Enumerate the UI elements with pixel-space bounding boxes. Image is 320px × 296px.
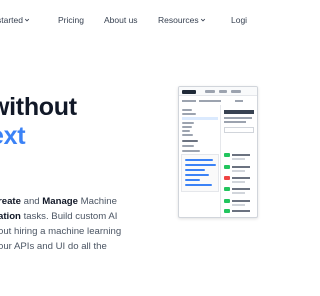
preview-task-item	[224, 153, 257, 163]
preview-sidebar	[179, 105, 221, 217]
automation-keyword: ation	[0, 211, 21, 222]
preview-header-link	[219, 90, 227, 93]
nav-link-pricing[interactable]: Pricing	[58, 15, 84, 25]
preview-sidebar-item	[182, 122, 194, 124]
preview-task-item	[224, 199, 257, 209]
preview-header-link	[231, 90, 241, 93]
status-badge	[224, 153, 230, 157]
task-title-line	[232, 154, 250, 156]
preview-subtitle	[224, 117, 252, 119]
preview-header-link	[205, 90, 215, 93]
preview-sidebar-item	[182, 126, 192, 128]
preview-sidebar-item	[182, 150, 200, 152]
app-preview-screenshot	[178, 86, 258, 218]
preview-main-title	[224, 110, 254, 114]
hero-heading-line-1: without	[0, 93, 77, 121]
task-meta-line	[232, 204, 245, 206]
preview-header	[179, 87, 257, 96]
hero-description-line-3: out hiring a machine learning	[0, 226, 122, 237]
preview-task-item	[224, 209, 257, 217]
resources-label: Resources	[158, 15, 199, 25]
preview-task-item	[224, 176, 257, 186]
preview-task-item	[224, 165, 257, 175]
top-navigation: started Pricing About us Resources Logi	[0, 13, 247, 29]
and-text: and	[20, 196, 43, 207]
preview-progress-bar	[185, 184, 212, 186]
preview-progress-bar	[185, 169, 205, 171]
manage-keyword: Manage	[42, 196, 79, 207]
machine-text: Machine	[78, 196, 117, 207]
preview-sidebar-item	[182, 113, 196, 115]
create-keyword: reate	[0, 196, 21, 207]
preview-progress-bar	[185, 179, 200, 181]
preview-progress-bar	[185, 164, 216, 166]
task-meta-line	[232, 181, 245, 183]
task-title-line	[232, 200, 250, 202]
status-badge	[224, 176, 230, 180]
nav-link-about-us[interactable]: About us	[104, 15, 138, 25]
resources-menu[interactable]: Resources	[158, 15, 206, 25]
task-title-line	[232, 210, 250, 212]
preview-sidebar-item	[182, 109, 192, 111]
task-title-line	[232, 177, 250, 179]
get-started-menu[interactable]: started	[0, 15, 30, 25]
preview-sidebar-item-selected	[182, 117, 218, 120]
chevron-down-icon	[200, 18, 205, 22]
task-title-line	[232, 166, 250, 168]
preview-sidebar-stats-box	[181, 154, 219, 192]
task-title-line	[232, 188, 250, 190]
task-meta-line	[232, 170, 245, 172]
task-meta-line	[232, 158, 245, 160]
hero-description-line-1: reate and Manage Machine	[0, 196, 117, 207]
preview-select	[224, 127, 254, 133]
login-link[interactable]: Logi	[231, 15, 247, 25]
preview-sidebar-item	[182, 134, 193, 136]
chevron-down-icon	[24, 18, 30, 22]
preview-breadcrumb	[235, 100, 243, 102]
hero-description-line-2: ation tasks. Build custom AI	[0, 211, 117, 222]
preview-progress-bar	[185, 159, 213, 161]
preview-progress-bar	[185, 174, 209, 176]
hero-description-line-4: our APIs and UI do all the	[0, 241, 107, 252]
status-badge	[224, 199, 230, 203]
status-badge	[224, 165, 230, 169]
preview-sidebar-item	[182, 145, 194, 147]
get-started-label: started	[0, 15, 23, 25]
preview-logo	[182, 89, 196, 94]
tasks-text: tasks. Build custom AI	[20, 211, 118, 222]
status-badge	[224, 209, 230, 213]
preview-sidebar-item	[182, 130, 190, 132]
preview-subtitle	[224, 121, 246, 123]
preview-breadcrumb	[182, 100, 196, 102]
preview-sidebar-heading	[182, 140, 198, 142]
task-meta-line	[232, 192, 245, 194]
preview-task-item	[224, 187, 257, 197]
preview-breadcrumb	[199, 100, 221, 102]
hero-heading-line-2: ext	[0, 122, 26, 150]
status-badge	[224, 187, 230, 191]
